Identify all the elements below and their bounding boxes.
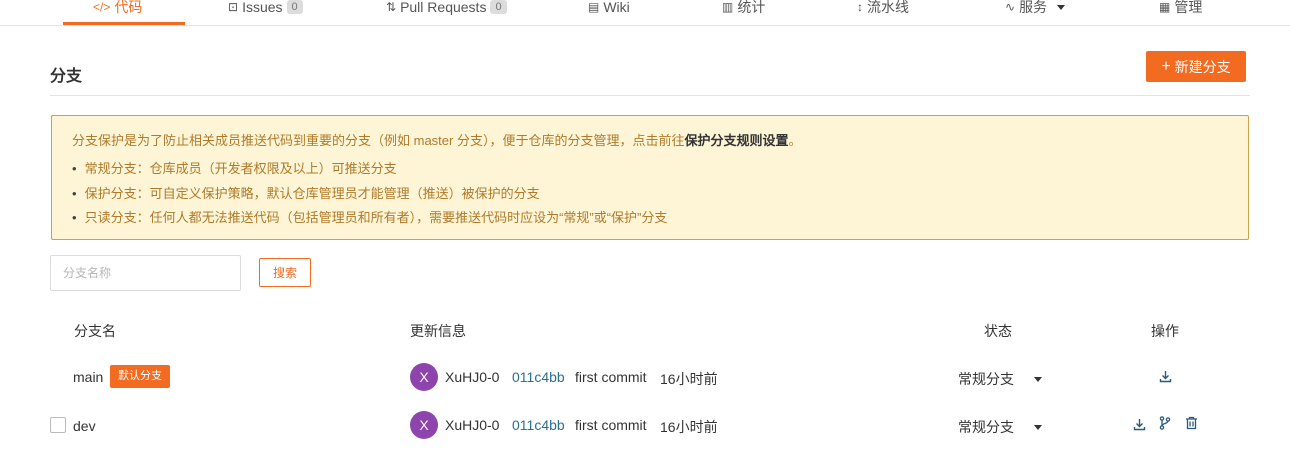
download-icon[interactable] — [1132, 417, 1146, 431]
wiki-icon: ▤ — [588, 0, 600, 14]
tab-wiki[interactable]: ▤ Wiki — [588, 0, 630, 20]
chevron-down-icon — [1034, 424, 1042, 430]
branch-name[interactable]: dev — [73, 418, 96, 434]
avatar[interactable]: X — [410, 363, 438, 391]
notice-intro-suffix: 。 — [788, 133, 802, 148]
table-row: dev X XuHJ0-0 011c4bb first commit 16小时前… — [0, 405, 1290, 445]
page-title: 分支 — [50, 68, 83, 85]
new-branch-label: 新建分支 — [1174, 58, 1231, 75]
notice-item: • 常规分支：仓库成员（开发者权限及以上）可推送分支 — [72, 160, 667, 185]
tab-label: 服务 — [1019, 0, 1048, 15]
service-icon: ∿ — [1005, 0, 1016, 14]
notice-item-text: 常规分支：仓库成员（开发者权限及以上）可推送分支 — [84, 161, 397, 176]
commit-sha[interactable]: 011c4bb — [512, 417, 565, 433]
protection-rules-link[interactable]: 保护分支规则设置 — [684, 133, 788, 148]
commit-sha[interactable]: 011c4bb — [512, 369, 565, 385]
bullet-icon: • — [72, 210, 77, 225]
branch-checkbox[interactable] — [50, 417, 66, 433]
status-label: 常规分支 — [958, 371, 1014, 387]
branch-status-select[interactable]: 常规分支 — [958, 369, 1042, 389]
tab-pull-requests[interactable]: ⇅ Pull Requests 0 — [386, 0, 507, 20]
branch-name[interactable]: main — [73, 369, 103, 385]
tab-label: 统计 — [737, 0, 766, 15]
commit-time: 16小时前 — [660, 419, 718, 435]
tab-manage[interactable]: ▦ 管理 — [1159, 0, 1202, 20]
search-button[interactable]: 搜索 — [259, 258, 311, 287]
branch-search-input[interactable] — [50, 255, 241, 291]
active-tab-indicator — [63, 22, 185, 25]
merge-branch-icon[interactable] — [1158, 416, 1172, 430]
tab-pipeline[interactable]: ↕ 流水线 — [857, 0, 909, 20]
column-header-status: 状态 — [984, 323, 1012, 339]
tab-service[interactable]: ∿ 服务 — [1005, 0, 1066, 20]
tab-label: 管理 — [1174, 0, 1203, 15]
bullet-icon: • — [72, 161, 77, 176]
notice-item-text: 保护分支：可自定义保护策略，默认仓库管理员才能管理（推送）被保护的分支 — [84, 185, 540, 201]
column-header-update: 更新信息 — [410, 323, 466, 339]
default-branch-badge: 默认分支 — [110, 365, 170, 388]
notice-intro: 分支保护是为了防止相关成员推送代码到重要的分支（例如 master 分支），便于… — [72, 130, 802, 149]
tab-label: Wiki — [603, 0, 630, 15]
tab-label: 代码 — [114, 0, 143, 15]
pull-requests-count-badge: 0 — [490, 0, 507, 14]
notice-item: • 只读分支：任何人都无法推送代码（包括管理员和所有者），需要推送代码时应设为“常… — [72, 209, 667, 234]
chevron-down-icon — [1034, 376, 1042, 382]
stats-icon: ▥ — [722, 0, 734, 14]
notice-item: • 保护分支：可自定义保护策略，默认仓库管理员才能管理（推送）被保护的分支 — [72, 185, 667, 210]
notice-item-text: 只读分支：任何人都无法推送代码（包括管理员和所有者），需要推送代码时应设为“常规… — [84, 210, 668, 225]
code-icon: </> — [93, 0, 111, 14]
tab-code[interactable]: </> 代码 — [93, 0, 142, 20]
notice-intro-text: 分支保护是为了防止相关成员推送代码到重要的分支（例如 master 分支），便于… — [72, 133, 685, 148]
column-header-actions: 操作 — [1151, 323, 1179, 339]
chevron-down-icon — [1057, 4, 1066, 10]
bullet-icon: • — [72, 185, 77, 201]
table-row: main 默认分支 X XuHJ0-0 011c4bb first commit… — [0, 357, 1290, 397]
new-branch-button[interactable]: + 新建分支 — [1146, 51, 1246, 82]
commit-message: first commit — [575, 369, 647, 385]
status-label: 常规分支 — [958, 419, 1014, 435]
avatar[interactable]: X — [410, 411, 438, 439]
tab-label: 流水线 — [867, 0, 909, 15]
issues-count-badge: 0 — [286, 0, 303, 14]
commit-time: 16小时前 — [660, 371, 718, 387]
tab-label: Issues — [242, 0, 283, 15]
repo-tab-bar: </> 代码 ⊡ Issues 0 ⇅ Pull Requests 0 ▤ Wi… — [0, 0, 1290, 26]
divider — [50, 95, 1250, 96]
download-icon[interactable] — [1158, 369, 1172, 383]
issues-icon: ⊡ — [228, 0, 239, 14]
pipeline-icon: ↕ — [857, 0, 863, 14]
commit-author[interactable]: XuHJ0-0 — [445, 417, 499, 433]
tab-label: Pull Requests — [400, 0, 487, 15]
delete-icon[interactable] — [1184, 416, 1198, 430]
manage-icon: ▦ — [1159, 0, 1171, 14]
commit-author[interactable]: XuHJ0-0 — [445, 369, 499, 385]
column-header-name: 分支名 — [74, 323, 116, 339]
branch-status-select[interactable]: 常规分支 — [958, 417, 1042, 437]
notice-list: • 常规分支：仓库成员（开发者权限及以上）可推送分支 • 保护分支：可自定义保护策略… — [72, 160, 667, 234]
commit-message: first commit — [575, 417, 647, 433]
tab-stats[interactable]: ▥ 统计 — [722, 0, 765, 20]
pull-request-icon: ⇅ — [386, 0, 397, 14]
plus-icon: + — [1161, 57, 1171, 75]
tab-issues[interactable]: ⊡ Issues 0 — [228, 0, 303, 20]
branch-protection-notice: 分支保护是为了防止相关成员推送代码到重要的分支（例如 master 分支），便于… — [51, 115, 1249, 240]
